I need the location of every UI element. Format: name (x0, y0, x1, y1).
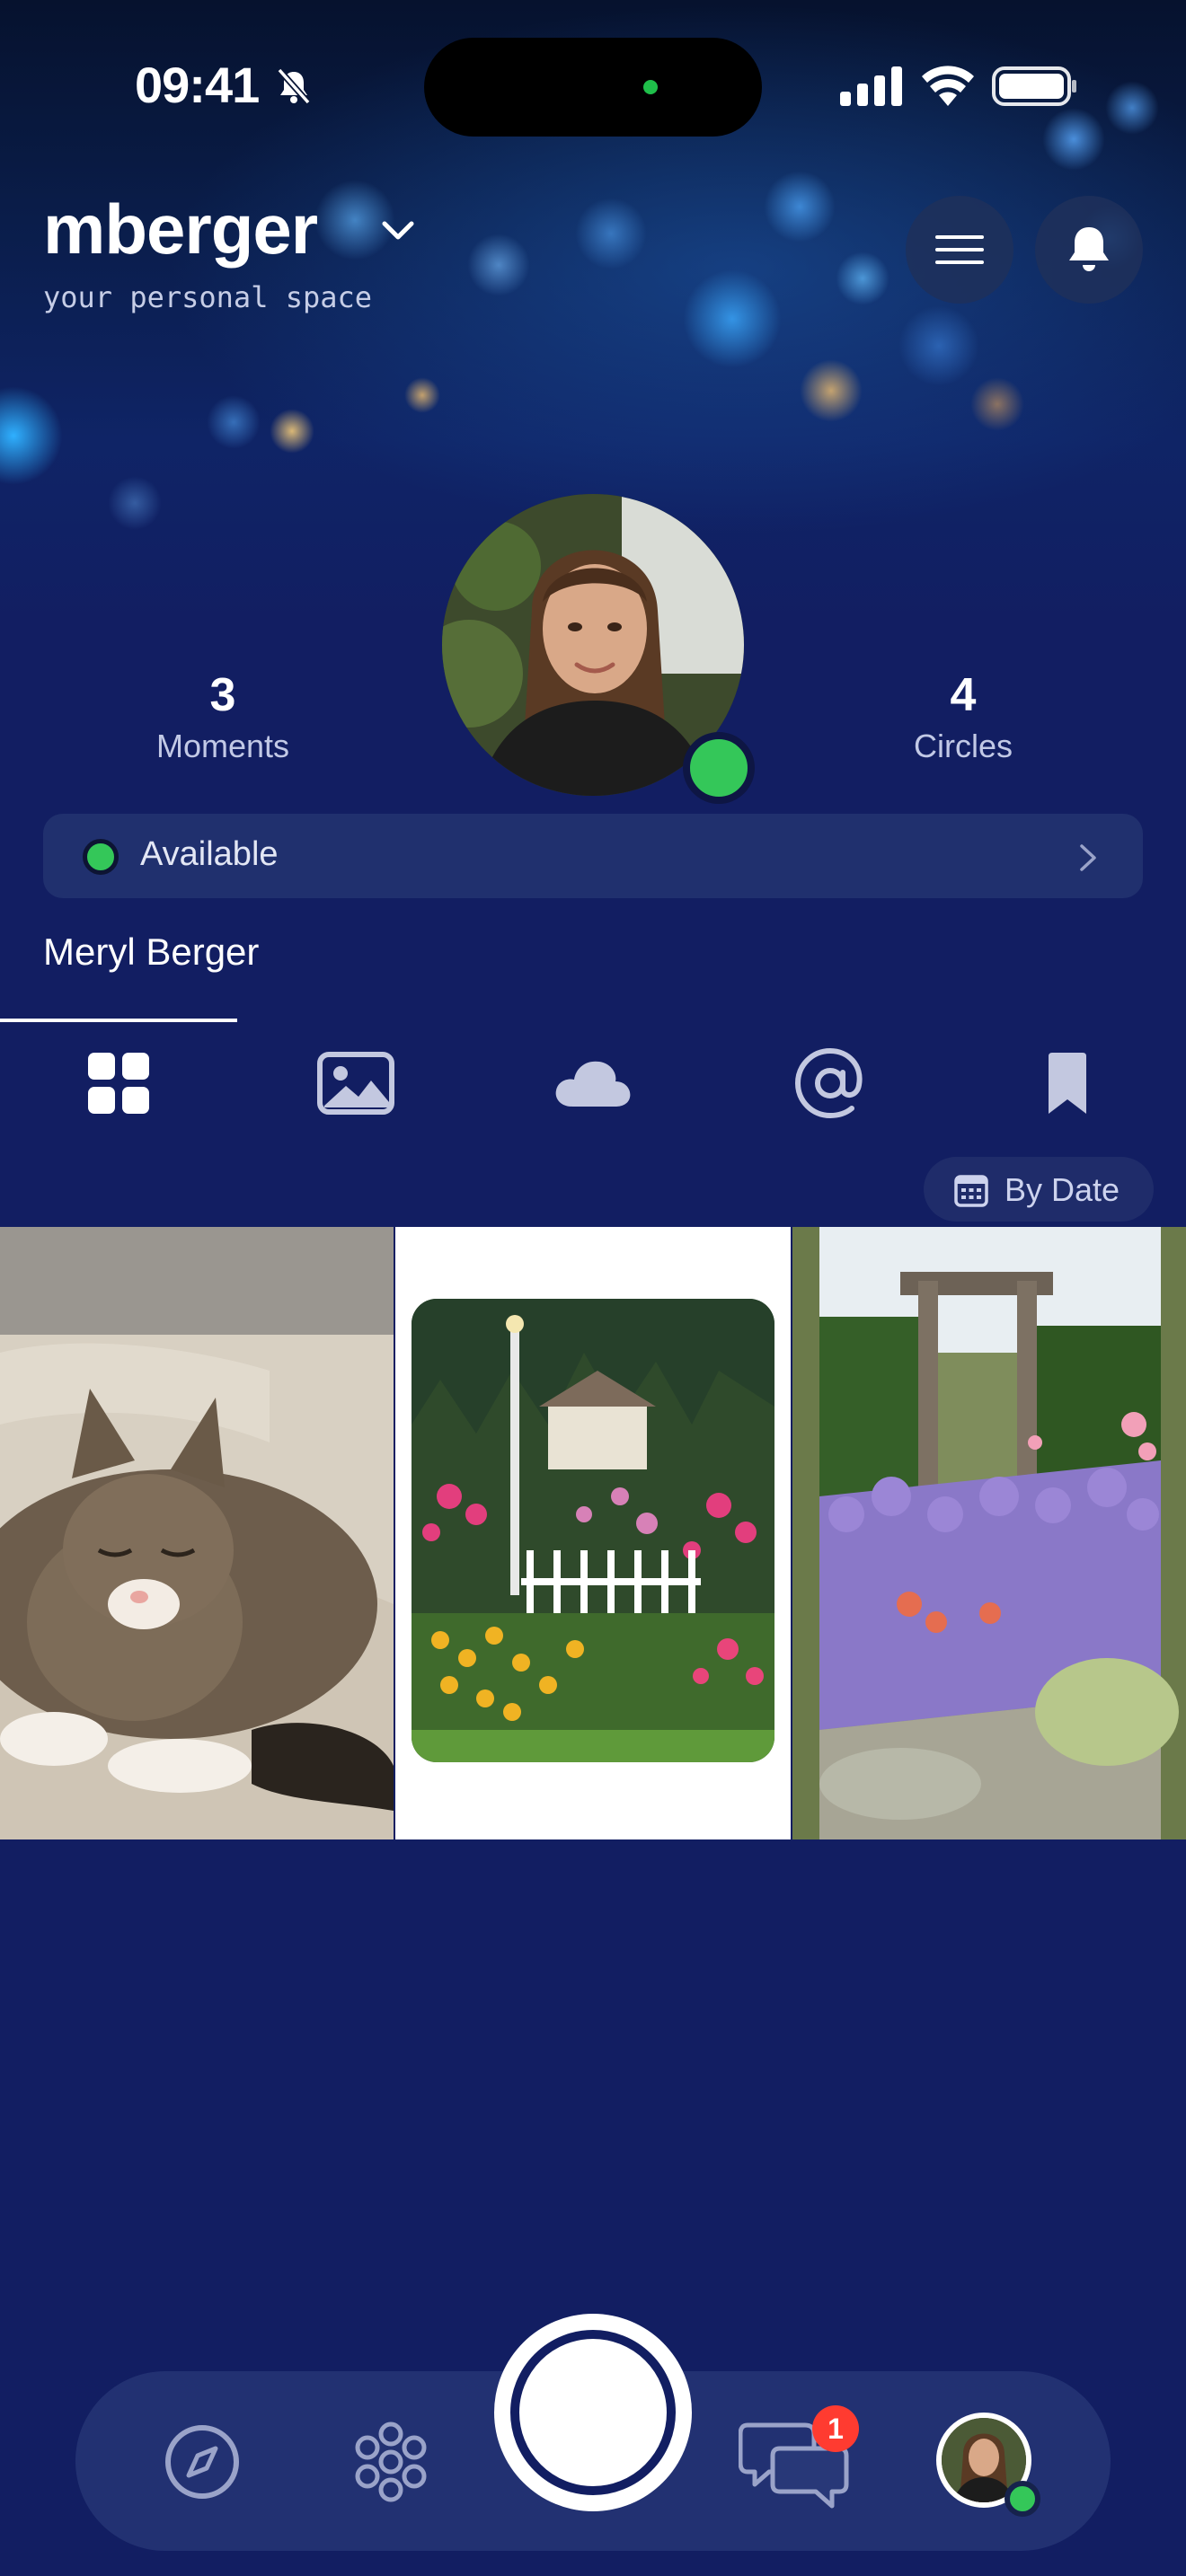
availability-label: Available (140, 835, 279, 873)
moments-count[interactable]: 3 (88, 668, 358, 722)
display-name: Meryl Berger (43, 931, 260, 973)
bell-icon (1069, 227, 1109, 271)
online-status-dot (683, 732, 755, 804)
at-icon (794, 1047, 863, 1119)
grid-icon (88, 1053, 149, 1114)
circles-label[interactable]: Circles (828, 728, 1098, 765)
chevron-down-icon[interactable] (381, 219, 415, 247)
image-icon (317, 1052, 394, 1115)
tab-mentions[interactable] (785, 1045, 875, 1121)
nav-online-dot (1005, 2481, 1040, 2517)
menu-button[interactable] (906, 196, 1013, 304)
notifications-button[interactable] (1035, 196, 1143, 304)
moments-label[interactable]: Moments (88, 728, 358, 765)
wifi-icon (920, 65, 976, 112)
circles-icon[interactable] (349, 2420, 433, 2509)
sort-label: By Date (1005, 1171, 1120, 1208)
hamburger-icon (935, 235, 984, 264)
moment-thumbnail-lavender-garden[interactable] (792, 1227, 1186, 1839)
moment-thumbnail-cottage-garden[interactable] (395, 1227, 791, 1839)
status-time: 09:41 (135, 57, 260, 113)
silent-mode-icon (274, 66, 314, 106)
battery-icon (992, 66, 1078, 110)
signal-icon (840, 66, 903, 110)
circles-count[interactable]: 4 (828, 668, 1098, 722)
capture-button-ring (510, 2330, 676, 2495)
tab-photos[interactable] (311, 1045, 401, 1121)
tab-cloud[interactable] (548, 1045, 638, 1121)
bookmark-icon (1049, 1053, 1086, 1114)
dynamic-island (424, 38, 762, 137)
availability-dot (83, 839, 119, 875)
page-subtitle: your personal space (43, 280, 373, 314)
chat-unread-badge: 1 (812, 2405, 859, 2452)
camera-indicator (643, 80, 658, 94)
active-tab-indicator (0, 1019, 237, 1022)
chevron-right-icon (1076, 842, 1100, 878)
tab-all[interactable] (74, 1045, 164, 1121)
account-switcher-title[interactable]: mberger (43, 189, 318, 270)
calendar-icon (954, 1173, 988, 1212)
tab-saved[interactable] (1022, 1045, 1112, 1121)
explore-compass-icon[interactable] (162, 2422, 243, 2507)
cloud-icon (555, 1061, 631, 1107)
moment-thumbnail-cat[interactable] (0, 1227, 394, 1839)
